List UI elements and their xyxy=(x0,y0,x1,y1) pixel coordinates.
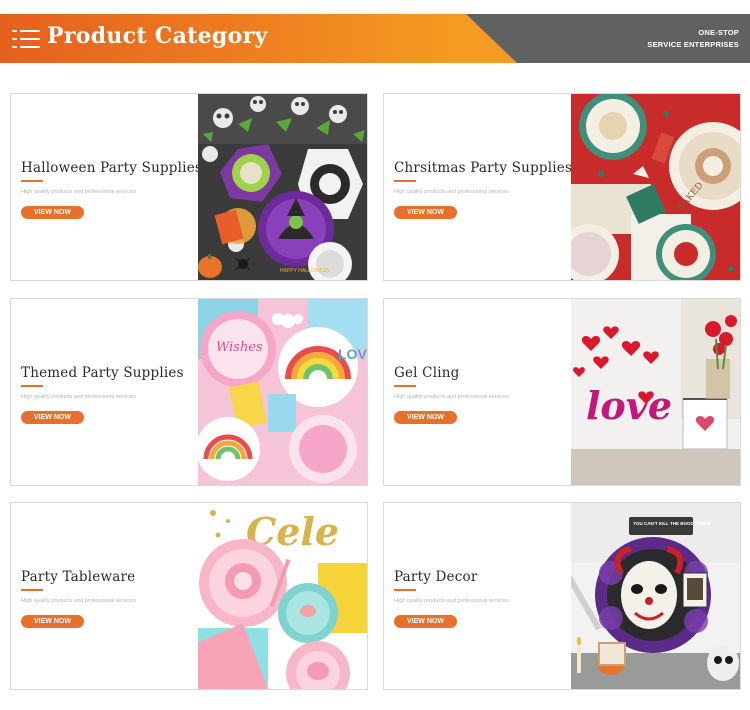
halloween-plates-illustration: HAPPY HALLOWEEN xyxy=(198,94,367,280)
rainbow-plates-illustration: Wishes LOVE xyxy=(198,299,367,485)
title-underline xyxy=(21,385,43,387)
rainbow-plates-image[interactable]: Wishes LOVE xyxy=(198,299,367,485)
card-title[interactable]: Halloween Party Supplies xyxy=(21,160,202,176)
view-now-button[interactable]: VIEW NOW xyxy=(21,206,84,219)
title-underline xyxy=(21,589,43,591)
title-underline xyxy=(21,180,43,182)
card-title[interactable]: Gel Cling xyxy=(394,365,459,381)
tableware-illustration: Cele xyxy=(198,503,367,689)
view-now-button[interactable]: VIEW NOW xyxy=(21,615,84,628)
card-description: High quality products and professional s… xyxy=(394,598,509,604)
menu-icon[interactable] xyxy=(12,28,40,50)
page-title: Product Category xyxy=(47,23,268,49)
category-card-themed[interactable]: Themed Party Supplies High quality produ… xyxy=(10,298,368,486)
card-description: High quality products and professional s… xyxy=(394,189,509,195)
category-card-gel-cling[interactable]: Gel Cling High quality products and prof… xyxy=(383,298,741,486)
category-card-halloween[interactable]: Halloween Party Supplies High quality pr… xyxy=(10,93,368,281)
card-title[interactable]: Party Tableware xyxy=(21,569,135,585)
card-title[interactable]: Party Decor xyxy=(394,569,477,585)
card-title[interactable]: Chrsitmas Party Supplies xyxy=(394,160,572,176)
category-card-christmas[interactable]: Chrsitmas Party Supplies High quality pr… xyxy=(383,93,741,281)
love-gel-cling-image[interactable]: love xyxy=(571,299,740,485)
title-underline xyxy=(394,589,416,591)
gel-cling-illustration: love xyxy=(571,299,740,485)
tagline-line-1: ONE-STOP xyxy=(698,28,739,37)
view-now-button[interactable]: VIEW NOW xyxy=(394,206,457,219)
clown-wreath-illustration: YOU CAN'T KILL THE BOOGEYMAN xyxy=(571,503,740,689)
happy-halloween-text: HAPPY HALLOWEEN xyxy=(280,268,330,274)
clown-wreath-image[interactable]: YOU CAN'T KILL THE BOOGEYMAN xyxy=(571,503,740,689)
title-underline xyxy=(394,180,416,182)
tagline-line-2: SERVICE ENTERPRISES xyxy=(647,40,739,49)
category-card-decor[interactable]: Party Decor High quality products and pr… xyxy=(383,502,741,690)
pastel-tableware-image[interactable]: Cele xyxy=(198,503,367,689)
wishes-text: Wishes xyxy=(216,340,263,355)
view-now-button[interactable]: VIEW NOW xyxy=(394,411,457,424)
card-description: High quality products and professional s… xyxy=(394,394,509,400)
title-underline xyxy=(394,385,416,387)
christmas-plates-illustration: BAKED xyxy=(571,94,740,280)
card-title[interactable]: Themed Party Supplies xyxy=(21,365,184,381)
love-text-themed: LOVE xyxy=(338,346,367,362)
view-now-button[interactable]: VIEW NOW xyxy=(394,615,457,628)
category-header-banner: Product Category ONE-STOP SERVICE ENTERP… xyxy=(0,14,750,63)
halloween-plates-image[interactable]: HAPPY HALLOWEEN xyxy=(198,94,367,280)
card-description: High quality products and professional s… xyxy=(21,394,136,400)
love-word-text: love xyxy=(586,383,672,428)
card-description: High quality products and professional s… xyxy=(21,189,136,195)
tagline: ONE-STOP SERVICE ENTERPRISES xyxy=(647,27,739,51)
view-now-button[interactable]: VIEW NOW xyxy=(21,411,84,424)
card-description: High quality products and professional s… xyxy=(21,598,136,604)
boogeyman-sign-text: YOU CAN'T KILL THE BOOGEYMAN xyxy=(633,521,710,526)
category-card-tableware[interactable]: Party Tableware High quality products an… xyxy=(10,502,368,690)
christmas-plates-image[interactable]: BAKED xyxy=(571,94,740,280)
